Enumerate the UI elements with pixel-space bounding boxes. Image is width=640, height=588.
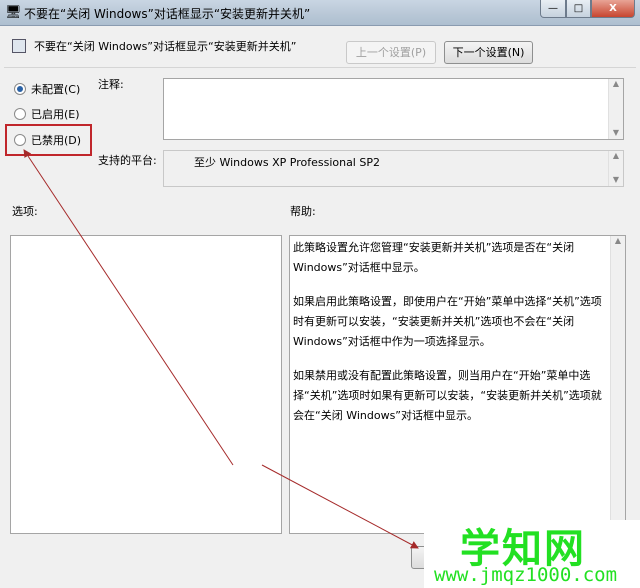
arrow-to-ok-button — [261, 464, 419, 549]
arrow-to-disabled-radio — [23, 149, 234, 466]
watermark: 学知网 www.jmqz1000.com — [424, 520, 640, 588]
watermark-url: www.jmqz1000.com — [434, 564, 618, 586]
annotation-arrows — [23, 149, 419, 549]
